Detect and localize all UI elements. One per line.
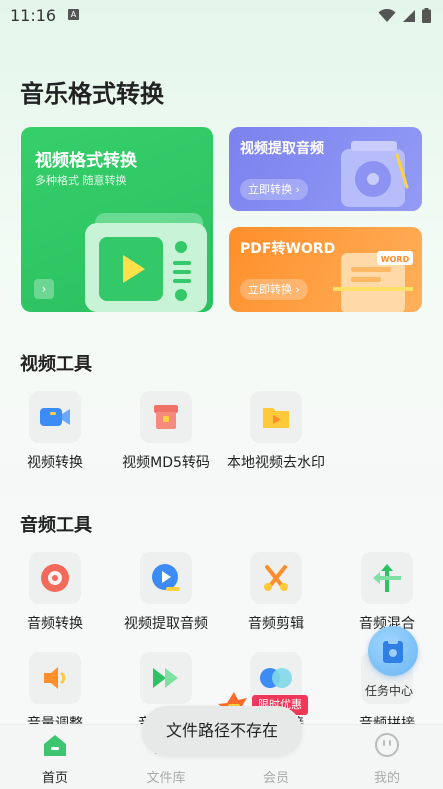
status-bar: 11:16 A [0, 0, 443, 34]
smiley-icon [375, 733, 399, 757]
battery-icon [422, 8, 431, 23]
word-badge: WORD [381, 255, 410, 264]
archive-box-icon [140, 391, 192, 443]
extract-audio-card[interactable]: 视频提取音频 立即转换 › [229, 127, 422, 211]
toast-message: 文件路径不存在 [142, 706, 302, 756]
page-title: 音乐格式转换 [20, 80, 164, 108]
video-tools-title: 视频工具 [20, 354, 92, 375]
tool-audio-convert[interactable]: 音频转换 [0, 552, 110, 633]
convert-now-button[interactable]: 立即转换 › [240, 179, 308, 200]
status-icons [378, 8, 431, 23]
task-center-button[interactable] [368, 626, 418, 676]
tool-video-md5[interactable]: 视频MD5转码 [111, 391, 221, 472]
task-center-label: 任务中心 [365, 684, 414, 698]
nav-item-profile[interactable]: 我的 [332, 725, 442, 789]
video-player-illustration [85, 213, 207, 312]
speaker-icon [29, 652, 81, 704]
tool-video-convert[interactable]: 视频转换 [0, 391, 110, 472]
pdf-to-word-card[interactable]: PDF转WORD 立即转换 › WORD [229, 227, 422, 312]
tool-extract-audio[interactable]: 视频提取音频 [111, 552, 221, 633]
card-arrow-button[interactable]: › [34, 279, 54, 299]
scissors-icon [250, 552, 302, 604]
card-title: 视频格式转换 [35, 151, 137, 171]
fast-forward-icon [140, 652, 192, 704]
music-disc-icon [29, 552, 81, 604]
nav-label: 我的 [373, 771, 400, 786]
card-title: PDF转WORD [240, 241, 336, 257]
nav-label: 会员 [262, 771, 289, 786]
clipboard-icon [383, 638, 403, 663]
tool-volume-adjust[interactable]: 音量调整 [0, 652, 110, 733]
tool-audio-cut[interactable]: 音频剪辑 [221, 552, 331, 633]
convert-now-button[interactable]: 立即转换 › [240, 279, 308, 300]
audio-tools-title: 音频工具 [20, 515, 92, 536]
music-player-illustration [341, 141, 409, 207]
video-camera-icon [29, 391, 81, 443]
tool-label: 视频转换 [27, 455, 83, 471]
tool-label: 视频MD5转码 [122, 455, 210, 471]
nav-item-home[interactable]: 首页 [0, 725, 110, 789]
home-icon [44, 735, 66, 756]
play-extract-icon [140, 552, 192, 604]
tool-label: 音频转换 [27, 616, 83, 632]
video-format-convert-card[interactable]: 视频格式转换 多种格式 随意转换 › [21, 127, 213, 312]
document-illustration: WORD [333, 251, 413, 312]
card-subtitle: 多种格式 随意转换 [35, 174, 127, 187]
nav-label: 首页 [41, 771, 68, 786]
tool-remove-watermark[interactable]: 本地视频去水印 [221, 391, 331, 472]
tool-label: 音频剪辑 [248, 616, 304, 632]
signal-icon [403, 9, 415, 22]
wifi-icon [378, 8, 396, 22]
nav-label: 文件库 [146, 771, 186, 786]
folder-play-icon [250, 391, 302, 443]
card-title: 视频提取音频 [240, 141, 324, 157]
notification-a-icon: A [68, 9, 79, 20]
merge-arrows-icon [361, 552, 413, 604]
tool-label: 视频提取音频 [124, 616, 208, 632]
tool-audio-mix[interactable]: 音频混合 [332, 552, 442, 633]
tool-label: 本地视频去水印 [227, 455, 325, 471]
status-time: 11:16 [10, 6, 57, 25]
